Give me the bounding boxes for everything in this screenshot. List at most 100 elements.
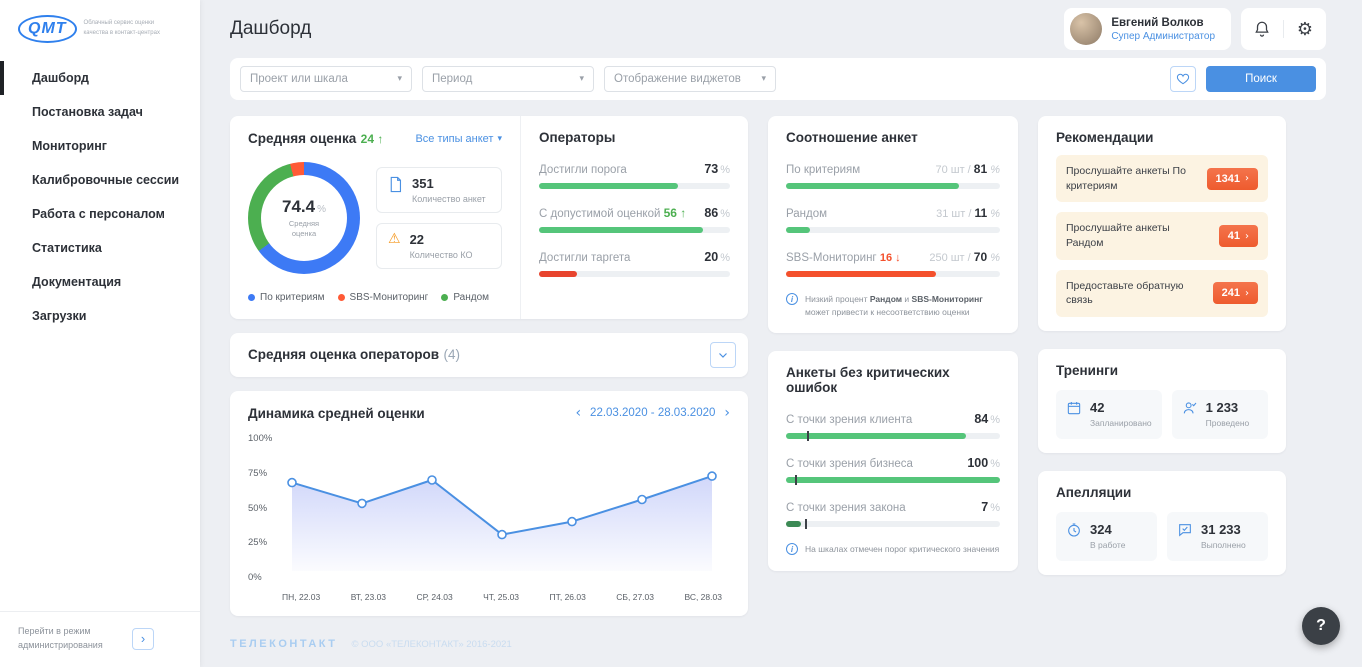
- recommendation-label: Предоставьте обратную связь: [1066, 279, 1188, 308]
- tile-value: 1 233: [1206, 400, 1250, 415]
- metric-pct: 7: [981, 500, 988, 514]
- metric-count: 250 шт: [929, 252, 964, 264]
- telekontakt-logo: телеконтакт: [230, 638, 338, 650]
- user-menu[interactable]: Евгений Волков Супер Администратор: [1064, 8, 1231, 50]
- recommendation-item-feedback[interactable]: Предоставьте обратную связь 241›: [1056, 270, 1268, 317]
- date-navigation: ‹ 22.03.2020 - 28.03.2020 ›: [575, 405, 730, 421]
- donut-value-number: 74.4: [282, 197, 315, 216]
- stat-label: Количество анкет: [412, 194, 486, 204]
- trainings-held-tile: 1 233 Проведено: [1172, 390, 1268, 439]
- recommendation-item-criteria[interactable]: Прослушайте анкеты По критериям 1341›: [1056, 155, 1268, 202]
- progress-fill: [786, 477, 1000, 483]
- project-select-placeholder: Проект или шкала: [250, 73, 348, 85]
- info-icon: i: [786, 293, 798, 305]
- recommendation-badge: 41›: [1219, 225, 1258, 247]
- threshold-marker: [805, 519, 807, 529]
- sidebar-item-monitoring[interactable]: Мониторинг: [0, 129, 200, 163]
- progress-fill: [786, 521, 801, 527]
- metric-value: 20%: [704, 250, 730, 264]
- metric-pct: 86: [704, 206, 718, 220]
- progress-bar: [539, 227, 730, 233]
- project-select[interactable]: Проект или шкала ▾: [240, 66, 412, 92]
- metric-label: С допустимой оценкой 56 ↑: [539, 206, 686, 220]
- clock-icon: [1066, 522, 1082, 538]
- expand-button[interactable]: [710, 342, 736, 368]
- sidebar-item-calibration[interactable]: Калибровочные сессии: [0, 163, 200, 197]
- settings-button[interactable]: ⚙: [1284, 8, 1326, 50]
- document-icon: [388, 176, 403, 193]
- no-critical-row-client: С точки зрения клиента 84%: [786, 412, 1000, 439]
- ratio-card: Соотношение анкет По критериям 70 шт / 8…: [768, 116, 1018, 333]
- no-critical-row-business: С точки зрения бизнеса 100%: [786, 456, 1000, 483]
- sidebar-item-tasks[interactable]: Постановка задач: [0, 95, 200, 129]
- chevron-down-icon: ▾: [497, 134, 502, 144]
- favorites-button[interactable]: [1170, 66, 1196, 92]
- threshold-marker: [795, 475, 797, 485]
- legend-item-criteria: По критериям: [248, 292, 325, 303]
- metric-label: Достигли таргета: [539, 252, 630, 264]
- column-right: Рекомендации Прослушайте анкеты По крите…: [1038, 116, 1286, 621]
- period-select[interactable]: Период ▾: [422, 66, 594, 92]
- x-tick: ВТ, 23.03: [351, 592, 386, 602]
- separator: /: [968, 208, 971, 220]
- admin-mode-button[interactable]: ›: [132, 628, 154, 650]
- next-period-button[interactable]: ›: [724, 405, 730, 421]
- app-root: QMT Облачный сервис оценки качества в ко…: [0, 0, 1362, 667]
- sidebar-item-statistics[interactable]: Статистика: [0, 231, 200, 265]
- metric-count: 70 шт: [935, 164, 964, 176]
- tile-label: В работе: [1090, 540, 1125, 550]
- progress-fill: [539, 227, 703, 233]
- separator: /: [968, 164, 971, 176]
- notifications-button[interactable]: [1241, 8, 1283, 50]
- legend-item-sbs: SBS-Мониторинг: [338, 292, 429, 303]
- widgets-select-placeholder: Отображение виджетов: [614, 73, 741, 85]
- progress-fill: [786, 433, 966, 439]
- progress-fill: [786, 271, 936, 277]
- tile-value: 31 233: [1201, 522, 1246, 537]
- y-tick: 100%: [248, 433, 282, 444]
- threshold-marker: [807, 431, 809, 441]
- percent-sign: %: [990, 414, 1000, 426]
- search-button[interactable]: Поиск: [1206, 66, 1316, 92]
- metric-delta: 56 ↑: [664, 206, 687, 220]
- chevron-down-icon: [717, 349, 729, 361]
- recommendation-item-random[interactable]: Прослушайте анкеты Рандом 41›: [1056, 212, 1268, 259]
- widgets-select[interactable]: Отображение виджетов ▾: [604, 66, 776, 92]
- badge-count: 41: [1228, 230, 1240, 242]
- avg-score-header: Средняя оценка 24 ↑ Все типы анкет ▾: [248, 130, 502, 148]
- percent-sign: %: [990, 164, 1000, 176]
- metric-header: С точки зрения закона 7%: [786, 500, 1000, 514]
- sidebar-item-personnel[interactable]: Работа с персоналом: [0, 197, 200, 231]
- logo[interactable]: QMT Облачный сервис оценки качества в ко…: [0, 0, 200, 61]
- bell-icon: [1253, 20, 1271, 38]
- progress-fill: [539, 271, 577, 277]
- help-button[interactable]: ?: [1302, 607, 1340, 645]
- progress-fill: [786, 227, 810, 233]
- dashboard-content: Средняя оценка 24 ↑ Все типы анкет ▾: [230, 116, 1326, 621]
- sidebar-menu: Дашборд Постановка задач Мониторинг Кали…: [0, 61, 200, 333]
- progress-bar: [786, 227, 1000, 233]
- prev-period-button[interactable]: ‹: [575, 405, 581, 421]
- sidebar-item-downloads[interactable]: Загрузки: [0, 299, 200, 333]
- appeals-card: Апелляции 324 В работе: [1038, 471, 1286, 575]
- avg-operators-title: Средняя оценка операторов: [248, 347, 439, 362]
- ratio-note: i Низкий процент Рандом и SBS-Мониторинг…: [786, 293, 1000, 319]
- avg-score-body: 74.4% Средняя оценка: [248, 162, 502, 274]
- metric-header: С допустимой оценкой 56 ↑ 86%: [539, 206, 730, 220]
- types-filter-link[interactable]: Все типы анкет ▾: [415, 133, 502, 145]
- column-left: Средняя оценка 24 ↑ Все типы анкет ▾: [230, 116, 748, 621]
- sidebar-item-dashboard[interactable]: Дашборд: [0, 61, 200, 95]
- x-tick: СР, 24.03: [416, 592, 452, 602]
- note-part: может привести к несоответствию оценки: [805, 307, 970, 317]
- metric-label-text: SBS-Мониторинг: [786, 252, 877, 264]
- page-title: Дашборд: [230, 18, 311, 40]
- percent-sign: %: [990, 208, 1000, 220]
- operators-row-target: Достигли таргета 20%: [539, 250, 730, 277]
- donut-value: 74.4%: [282, 197, 326, 217]
- no-critical-errors-card: Анкеты без критических ошибок С точки зр…: [768, 351, 1018, 570]
- avg-score-title-group: Средняя оценка 24 ↑: [248, 130, 383, 148]
- donut-label: Средняя оценка: [278, 219, 330, 239]
- legend-label: SBS-Мониторинг: [350, 292, 429, 303]
- gear-icon: ⚙: [1297, 19, 1313, 40]
- sidebar-item-documentation[interactable]: Документация: [0, 265, 200, 299]
